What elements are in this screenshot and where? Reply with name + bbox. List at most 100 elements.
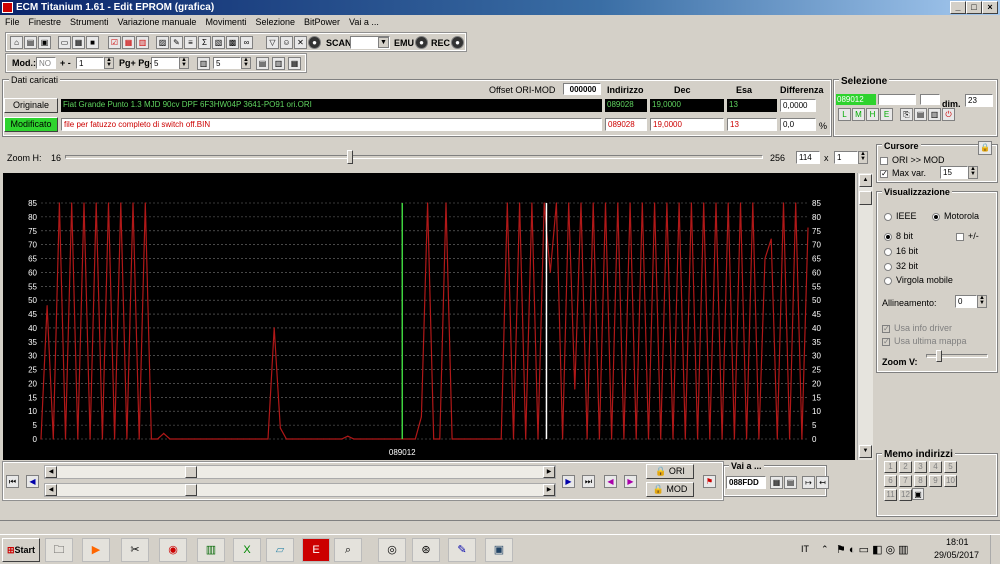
- block-icon[interactable]: ■: [86, 36, 99, 49]
- snipping-icon[interactable]: ✂: [121, 538, 149, 562]
- lock-icon[interactable]: 🔒: [978, 141, 992, 155]
- allineamento-spinner[interactable]: ▲ ▼: [977, 295, 987, 308]
- ori-hscrollbar[interactable]: ◀ ▶: [44, 465, 556, 479]
- zoom-h-spinner[interactable]: ▲ ▼: [858, 151, 868, 164]
- edit-icon[interactable]: ✎: [170, 36, 183, 49]
- menu-file[interactable]: File: [5, 17, 20, 27]
- flag-icon[interactable]: ⚑: [703, 475, 716, 488]
- sign-option[interactable]: +/-: [956, 231, 979, 241]
- disc-icon[interactable]: ●: [308, 36, 321, 49]
- grid-icon[interactable]: ▦: [72, 36, 85, 49]
- max-var-spinner[interactable]: ▲ ▼: [968, 166, 978, 179]
- prev-diff-icon[interactable]: ◀: [604, 475, 617, 488]
- motorola-radio[interactable]: [932, 212, 940, 221]
- next-diff-icon[interactable]: ▶: [624, 475, 637, 488]
- zoom-h-track[interactable]: [65, 155, 763, 159]
- filter-icon[interactable]: ▽: [266, 36, 279, 49]
- vai-a-field[interactable]: 088FDD: [726, 476, 766, 489]
- memo-button-4[interactable]: 4: [929, 461, 942, 473]
- memo-save-icon[interactable]: ▣: [912, 488, 924, 500]
- notes-icon[interactable]: ▱: [266, 538, 294, 562]
- paint-icon[interactable]: ✎: [448, 538, 476, 562]
- sel-start-icon[interactable]: L: [838, 108, 851, 121]
- prev-icon[interactable]: ◀: [26, 475, 39, 488]
- binoculars-icon[interactable]: ∞: [240, 36, 253, 49]
- 16bit-option[interactable]: 16 bit: [884, 246, 918, 256]
- pg-spinner[interactable]: ▲ ▼: [179, 57, 189, 69]
- zoom-h-value[interactable]: 114: [796, 151, 820, 164]
- excel-icon[interactable]: X: [233, 538, 261, 562]
- person-icon[interactable]: ☺: [280, 36, 293, 49]
- ori-button[interactable]: 🔒 ORI: [646, 464, 694, 479]
- sel-cut-icon[interactable]: ▥: [928, 108, 941, 121]
- media-player-icon[interactable]: ▶: [82, 538, 110, 562]
- explorer-icon[interactable]: 🗀: [45, 538, 73, 562]
- memo-button-5[interactable]: 5: [944, 461, 957, 473]
- ieee-option[interactable]: IEEE: [884, 211, 917, 221]
- menu-strumenti[interactable]: Strumenti: [70, 17, 109, 27]
- sel-end-icon[interactable]: E: [880, 108, 893, 121]
- mod-field[interactable]: NO: [36, 57, 56, 69]
- chart-icon[interactable]: ▧: [212, 36, 225, 49]
- max-var-field[interactable]: 15: [940, 166, 968, 179]
- graph-vscrollbar[interactable]: ▲ ▼: [857, 173, 873, 460]
- virgola-radio[interactable]: [884, 276, 892, 285]
- menu-bitpower[interactable]: BitPower: [304, 17, 340, 27]
- memo-button-3[interactable]: 3: [914, 461, 927, 473]
- mod-scroll-thumb[interactable]: [185, 484, 197, 496]
- sel-h-icon[interactable]: H: [866, 108, 879, 121]
- table-view-icon[interactable]: ▤: [256, 57, 269, 70]
- menu-vai-a[interactable]: Vai a ...: [349, 17, 379, 27]
- sel-copy-icon[interactable]: ⎘: [900, 108, 913, 121]
- goto-jump-icon[interactable]: ↦: [802, 476, 815, 489]
- next-icon[interactable]: ▶: [562, 475, 575, 488]
- memo-button-9[interactable]: 9: [929, 475, 942, 487]
- zoom-h-slider-thumb[interactable]: [347, 150, 353, 164]
- virgola-option[interactable]: Virgola mobile: [884, 275, 953, 285]
- home-icon[interactable]: ⌂: [10, 36, 23, 49]
- 32bit-option[interactable]: 32 bit: [884, 261, 918, 271]
- table-view2-icon[interactable]: ▥: [272, 57, 285, 70]
- 16bit-radio[interactable]: [884, 247, 892, 256]
- max-var-checkbox[interactable]: ✓: [880, 169, 888, 178]
- zoom-h-mult[interactable]: 1: [834, 151, 858, 164]
- page-icon[interactable]: ▥: [197, 57, 210, 70]
- check-red-icon[interactable]: ☑: [108, 36, 121, 49]
- mod-scroll-right-icon[interactable]: ▶: [543, 484, 555, 496]
- folder-icon[interactable]: ▭: [58, 36, 71, 49]
- ecm-titanium-icon[interactable]: E: [302, 538, 330, 562]
- emu-disc-icon[interactable]: ●: [415, 36, 428, 49]
- 8bit-option[interactable]: 8 bit: [884, 231, 913, 241]
- memo-button-11[interactable]: 11: [884, 489, 897, 501]
- screen-icon[interactable]: ▣: [485, 538, 513, 562]
- tray-icons[interactable]: ⚑ ◐ ▭ ◧ ◎ ▥: [836, 543, 909, 556]
- rec-disc-icon[interactable]: ●: [451, 36, 464, 49]
- ori-scroll-right-icon[interactable]: ▶: [543, 466, 555, 478]
- graph-panel[interactable]: 0 0 5 5 10 10 15 15 20 20 25 25 30 30 35 35 40 40 45 45 50 50…: [3, 173, 855, 460]
- maximize-button[interactable]: □: [966, 1, 982, 14]
- minimize-button[interactable]: _: [950, 1, 966, 14]
- sel-power-icon[interactable]: ⏻: [942, 108, 955, 121]
- table-view3-icon[interactable]: ▦: [288, 57, 301, 70]
- sign-checkbox[interactable]: [956, 232, 964, 241]
- ori-mod-checkbox[interactable]: [880, 156, 888, 165]
- menu-variazione-manuale[interactable]: Variazione manuale: [118, 17, 197, 27]
- start-button[interactable]: ⊞Start: [2, 538, 40, 562]
- ori-mod-option[interactable]: ORI >> MOD: [880, 155, 945, 165]
- goto-table-icon[interactable]: ▦: [770, 476, 783, 489]
- scroll-thumb[interactable]: [859, 191, 872, 205]
- scroll-up-icon[interactable]: ▲: [859, 174, 872, 187]
- search-app-icon[interactable]: ⌕: [334, 538, 362, 562]
- ori-scroll-left-icon[interactable]: ◀: [45, 466, 57, 478]
- zoom-v-slider-thumb[interactable]: [936, 350, 942, 362]
- plusminus-spinner[interactable]: ▲ ▼: [104, 57, 114, 69]
- memo-button-6[interactable]: 6: [884, 475, 897, 487]
- utility-icon[interactable]: ▥: [197, 538, 225, 562]
- mod-button[interactable]: 🔒 MOD: [646, 482, 694, 497]
- goto-back-icon[interactable]: ↤: [816, 476, 829, 489]
- goto-table2-icon[interactable]: ▤: [784, 476, 797, 489]
- sigma-icon[interactable]: Σ: [198, 36, 211, 49]
- sel-mid-icon[interactable]: M: [852, 108, 865, 121]
- menu-movimenti[interactable]: Movimenti: [205, 17, 246, 27]
- ultima-mappa-option[interactable]: ✓ Usa ultima mappa: [882, 336, 967, 346]
